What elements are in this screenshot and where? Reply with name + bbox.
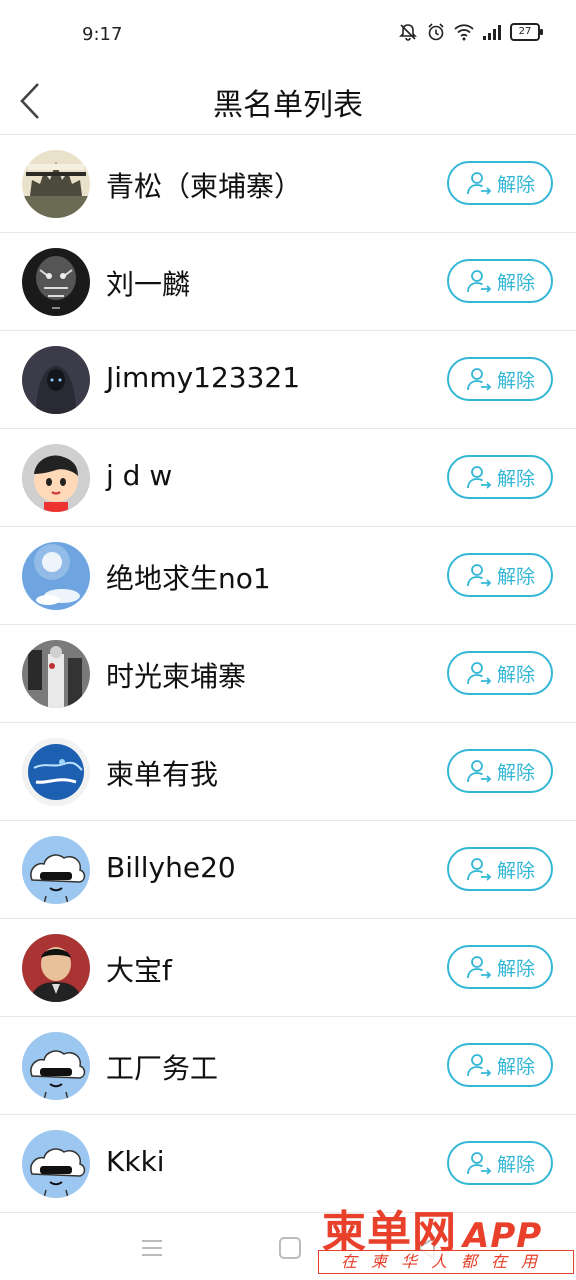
- avatar[interactable]: [22, 150, 90, 218]
- user-name: 绝地求生no1: [106, 562, 271, 595]
- user-exit-icon: [465, 1051, 493, 1079]
- list-item[interactable]: 绝地求生no1 解除: [0, 527, 576, 625]
- avatar[interactable]: [22, 248, 90, 316]
- list-item[interactable]: 时光柬埔寨 解除: [0, 625, 576, 723]
- unblock-button[interactable]: 解除: [447, 749, 553, 793]
- user-name: j d w: [106, 459, 173, 492]
- mute-bell-icon: [399, 24, 417, 41]
- user-exit-icon: [465, 267, 493, 295]
- user-name: Jimmy123321: [106, 361, 301, 394]
- user-name: 刘一麟: [106, 268, 191, 301]
- battery-icon: 27: [510, 23, 543, 41]
- user-exit-icon: [465, 757, 493, 785]
- list-item[interactable]: 大宝f 解除: [0, 919, 576, 1017]
- unblock-label: 解除: [496, 565, 535, 588]
- avatar[interactable]: [22, 1032, 90, 1100]
- status-icons: 27: [398, 22, 543, 42]
- status-time: 9:17: [82, 24, 123, 45]
- unblock-button[interactable]: 解除: [447, 455, 553, 499]
- status-bar: 9:17 27: [0, 0, 576, 70]
- user-name: 大宝f: [106, 954, 172, 987]
- user-exit-icon: [465, 953, 493, 981]
- unblock-label: 解除: [496, 663, 535, 686]
- avatar[interactable]: [22, 542, 90, 610]
- avatar[interactable]: [22, 738, 90, 806]
- unblock-label: 解除: [496, 467, 535, 490]
- list-item[interactable]: j d w 解除: [0, 429, 576, 527]
- unblock-label: 解除: [496, 271, 535, 294]
- user-name: 时光柬埔寨: [106, 660, 247, 693]
- unblock-button[interactable]: 解除: [447, 847, 553, 891]
- avatar[interactable]: [22, 1130, 90, 1198]
- user-name: 柬单有我: [106, 758, 219, 791]
- avatar[interactable]: [22, 640, 90, 708]
- home-icon[interactable]: [276, 1234, 304, 1262]
- unblock-label: 解除: [496, 173, 535, 196]
- unblock-button[interactable]: 解除: [447, 553, 553, 597]
- signal-icon: [483, 25, 501, 40]
- user-name: Kkki: [106, 1145, 165, 1178]
- list-item[interactable]: Kkki 解除: [0, 1115, 576, 1213]
- user-name: 工厂务工: [106, 1052, 219, 1085]
- unblock-button[interactable]: 解除: [447, 1141, 553, 1185]
- unblock-button[interactable]: 解除: [447, 161, 553, 205]
- user-exit-icon: [465, 463, 493, 491]
- list-item[interactable]: 刘一麟 解除: [0, 233, 576, 331]
- unblock-button[interactable]: 解除: [447, 357, 553, 401]
- user-exit-icon: [465, 1149, 493, 1177]
- wifi-icon: [454, 24, 474, 41]
- unblock-label: 解除: [496, 1055, 535, 1078]
- user-name: Billyhe20: [106, 851, 236, 884]
- unblock-button[interactable]: 解除: [447, 1043, 553, 1087]
- avatar[interactable]: [22, 934, 90, 1002]
- avatar[interactable]: [22, 346, 90, 414]
- unblock-button[interactable]: 解除: [447, 945, 553, 989]
- unblock-label: 解除: [496, 1153, 535, 1176]
- unblock-label: 解除: [496, 369, 535, 392]
- unblock-button[interactable]: 解除: [447, 651, 553, 695]
- user-exit-icon: [465, 365, 493, 393]
- user-exit-icon: [465, 659, 493, 687]
- menu-icon[interactable]: [138, 1234, 166, 1262]
- header-bar: 黑名单列表: [0, 70, 576, 135]
- unblock-label: 解除: [496, 761, 535, 784]
- list-item[interactable]: 柬单有我 解除: [0, 723, 576, 821]
- system-nav-bar: [0, 1218, 576, 1280]
- alarm-icon: [428, 23, 444, 41]
- list-item[interactable]: 工厂务工 解除: [0, 1017, 576, 1115]
- list-item[interactable]: Jimmy123321 解除: [0, 331, 576, 429]
- unblock-button[interactable]: 解除: [447, 259, 553, 303]
- user-exit-icon: [465, 169, 493, 197]
- page-title: 黑名单列表: [213, 88, 363, 123]
- avatar[interactable]: [22, 836, 90, 904]
- blacklist: 青松（柬埔寨） 解除 刘一麟 解除 Jimmy123321 解除 j d w 解除 绝地求生no…: [0, 135, 576, 1213]
- avatar[interactable]: [22, 444, 90, 512]
- user-name: 青松（柬埔寨）: [106, 170, 303, 203]
- list-item[interactable]: Billyhe20 解除: [0, 821, 576, 919]
- user-exit-icon: [465, 561, 493, 589]
- back-icon[interactable]: [412, 1234, 440, 1262]
- unblock-label: 解除: [496, 957, 535, 980]
- user-exit-icon: [465, 855, 493, 883]
- unblock-label: 解除: [496, 859, 535, 882]
- list-item[interactable]: 青松（柬埔寨） 解除: [0, 135, 576, 233]
